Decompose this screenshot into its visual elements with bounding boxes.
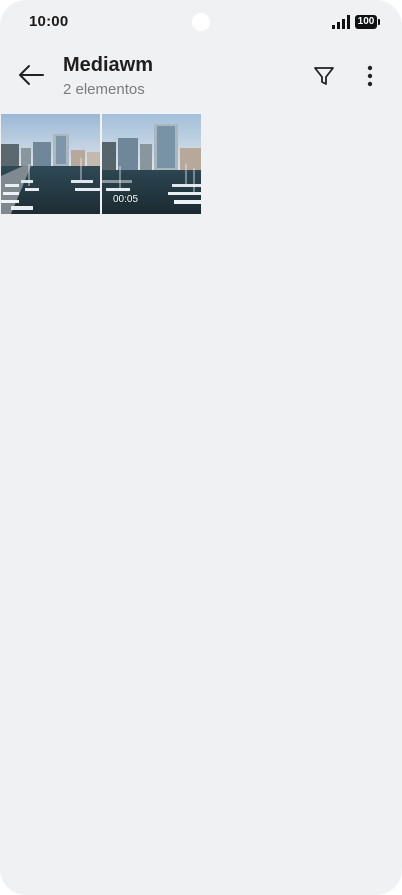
battery-tip (378, 19, 380, 25)
back-button[interactable] (12, 56, 50, 94)
filter-button[interactable] (306, 58, 342, 94)
filter-icon (314, 67, 334, 85)
video-duration: 00:05 (113, 194, 139, 205)
battery-icon: 100 (355, 15, 381, 29)
media-thumbnail-video[interactable]: 00:05 (102, 114, 201, 214)
arrow-back-icon (19, 65, 44, 85)
status-bar: 10:00 100 (0, 0, 402, 44)
media-grid: 00:05 (1, 114, 201, 214)
item-count: 2 elementos (63, 81, 145, 98)
front-camera-cutout (192, 13, 210, 31)
page-title: Mediawm (63, 54, 154, 76)
cellular-signal-icon (332, 15, 350, 29)
app-bar: Mediawm 2 elementos (0, 44, 402, 108)
phone-screen: 10:00 100 Mediawm 2 elementos 00:05 (0, 0, 402, 895)
media-thumbnail-image[interactable] (1, 114, 100, 214)
battery-level: 100 (355, 15, 377, 29)
more-vertical-icon (367, 65, 373, 87)
marina-photo (1, 114, 100, 214)
more-options-button[interactable] (354, 58, 386, 94)
status-time: 10:00 (29, 13, 69, 30)
